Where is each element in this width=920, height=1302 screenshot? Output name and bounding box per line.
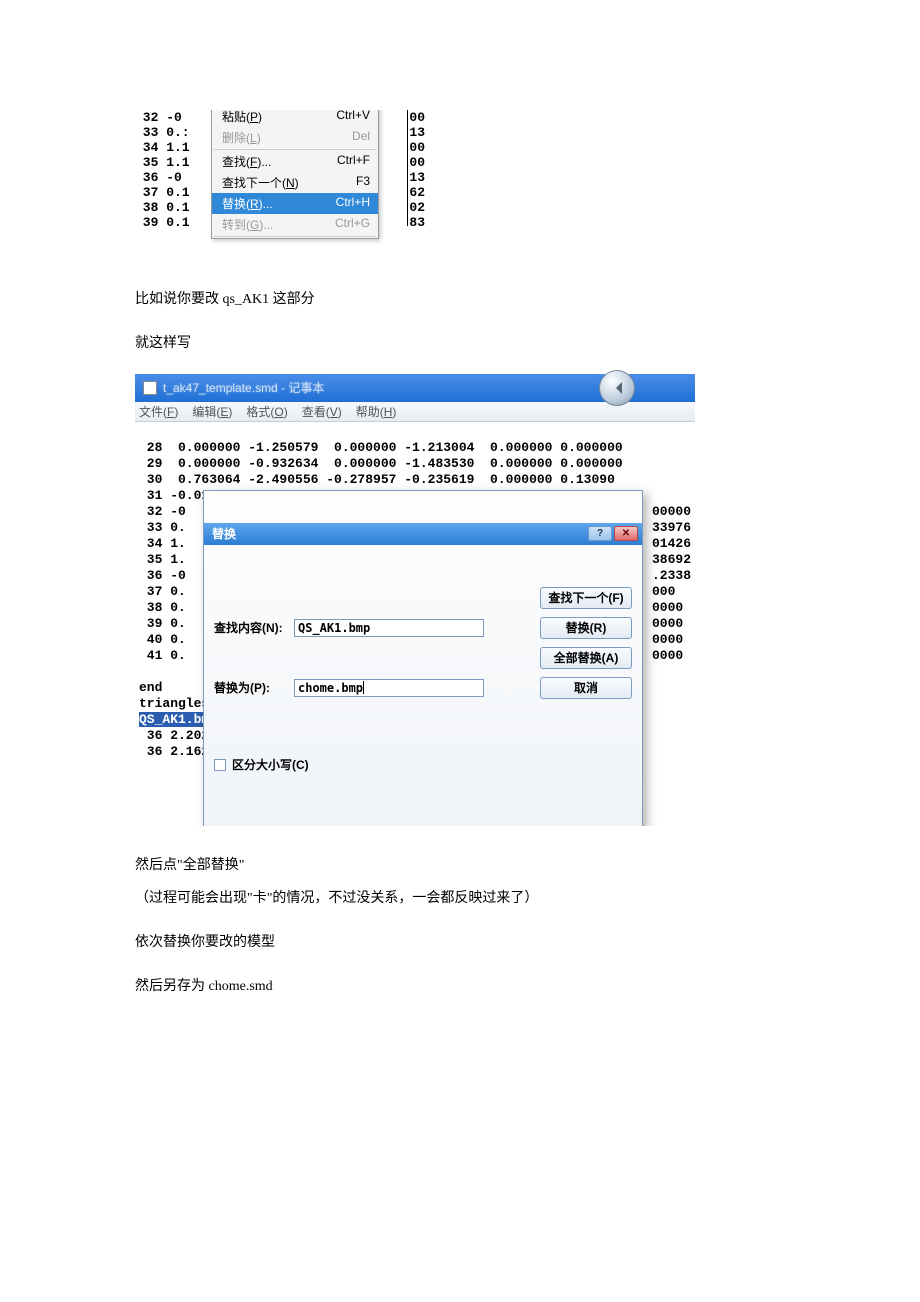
menu-item[interactable]: 替换(R)...Ctrl+H xyxy=(212,193,378,214)
replace-label: 替换为(P): xyxy=(214,680,294,696)
help-button[interactable]: ? xyxy=(588,526,612,541)
instruction-text-5: 依次替换你要改的模型 xyxy=(135,931,785,955)
cancel-button[interactable]: 取消 xyxy=(540,677,632,699)
find-next-button[interactable]: 查找下一个(F) xyxy=(540,587,632,609)
instruction-text-3: 然后点"全部替换" xyxy=(135,854,785,878)
notepad-title-text: t_ak47_template.smd - 记事本 xyxy=(163,379,324,396)
close-button[interactable]: ✕ xyxy=(614,526,638,541)
menu-item[interactable]: 查找下一个(N)F3 xyxy=(212,172,378,193)
find-label: 查找内容(N): xyxy=(214,620,294,636)
menu-separator xyxy=(214,236,376,237)
editor-left-gutter: 32 -0 33 0.: 34 1.1 35 1.1 36 -0 37 0.1 … xyxy=(135,110,190,230)
menu-separator xyxy=(214,149,376,150)
code-end: end xyxy=(139,680,162,695)
find-input[interactable]: QS_AK1.bmp xyxy=(294,619,484,637)
menu-item[interactable]: 查看(V) xyxy=(302,403,342,420)
replace-input[interactable]: chome.bmp xyxy=(294,679,484,697)
instruction-text-4: （过程可能会出现"卡"的情况，不过没关系，一会都反映过来了） xyxy=(135,887,785,911)
menu-item[interactable]: 格式(O) xyxy=(246,403,287,420)
dialog-titlebar: 替换 ? ✕ xyxy=(204,523,642,545)
notepad-icon xyxy=(143,381,157,395)
edit-context-menu: 粘贴(P)Ctrl+V删除(L)Del 查找(F)...Ctrl+F查找下一个(N… xyxy=(211,110,379,239)
notepad-text-area[interactable]: 28 0.000000 -1.250579 0.000000 -1.213004… xyxy=(135,422,695,826)
menu-item[interactable]: 文件(F) xyxy=(139,403,178,420)
instruction-text-1: 比如说你要改 qs_AK1 这部分 xyxy=(135,288,785,312)
context-menu-screenshot: 32 -0 33 0.: 34 1.1 35 1.1 36 -0 37 0.1 … xyxy=(135,110,425,260)
code-lines-left: 32 -0 33 0. 34 1. 35 1. 36 -0 37 0. 38 0… xyxy=(139,504,186,664)
dialog-title-text: 替换 xyxy=(212,526,236,542)
case-label: 区分大小写(C) xyxy=(232,757,309,773)
instruction-text-6: 然后另存为 chome.smd xyxy=(135,975,785,999)
menu-item: 删除(L)Del xyxy=(212,127,378,148)
menu-item[interactable]: 编辑(E) xyxy=(192,403,232,420)
case-checkbox-row[interactable]: 区分大小写(C) xyxy=(214,757,632,773)
instruction-text-2: 就这样写 xyxy=(135,332,785,356)
editor-right-fragment: 00 13 00 00 13 62 02 83 xyxy=(407,110,425,226)
menu-item[interactable]: 帮助(H) xyxy=(356,403,397,420)
replace-all-button[interactable]: 全部替换(A) xyxy=(540,647,632,669)
back-button-icon[interactable] xyxy=(599,370,635,406)
menu-item: 转到(G)...Ctrl+G xyxy=(212,214,378,235)
replace-dialog: 替换 ? ✕ 查找内容(N): QS_AK1.bmp 替换为(P): chome… xyxy=(203,490,643,826)
notepad-screenshot: t_ak47_template.smd - 记事本 文件(F) 编辑(E) 格式(O… xyxy=(135,374,695,826)
replace-button[interactable]: 替换(R) xyxy=(540,617,632,639)
menu-item[interactable]: 粘贴(P)Ctrl+V xyxy=(212,110,378,127)
code-lines-right: 00000 33976 01426 38692 .2338 000 0000 0… xyxy=(652,504,691,664)
checkbox-icon[interactable] xyxy=(214,759,226,771)
menu-item[interactable]: 查找(F)...Ctrl+F xyxy=(212,151,378,172)
notepad-titlebar: t_ak47_template.smd - 记事本 xyxy=(135,374,695,402)
code-triangles: triangles xyxy=(139,696,209,711)
